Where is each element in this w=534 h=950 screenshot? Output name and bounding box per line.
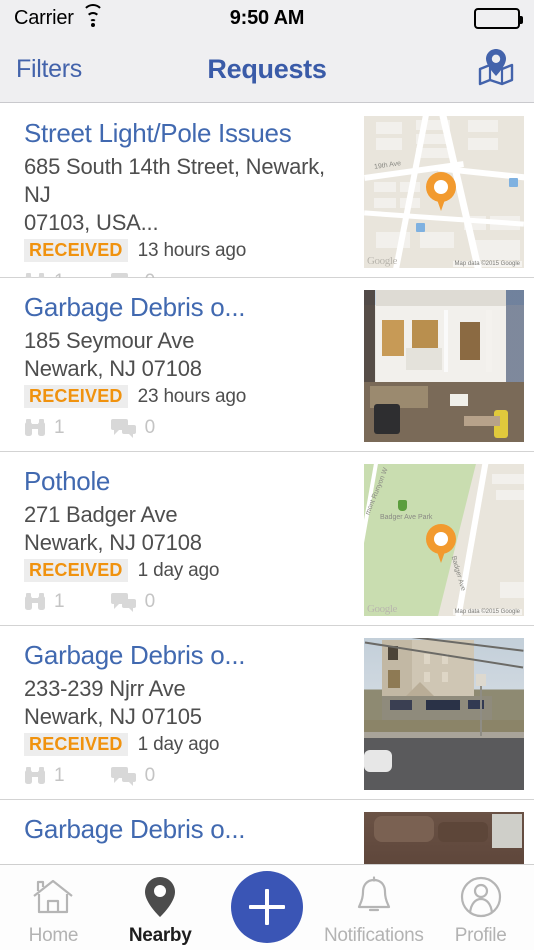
watchers-number: 1 — [54, 591, 65, 612]
request-details: Pothole 271 Badger Ave Newark, NJ 07108 … — [24, 464, 364, 613]
watchers-count: 1 — [24, 765, 65, 787]
map-attribution: Map data ©2015 Google — [452, 261, 522, 267]
address-line-2: Newark, NJ 07105 — [24, 704, 202, 729]
comment-bubble-icon — [110, 766, 137, 786]
map-view-button[interactable] — [474, 47, 518, 92]
tab-notifications[interactable]: Notifications — [320, 875, 427, 947]
request-timestamp: 13 hours ago — [137, 239, 247, 261]
request-thumbnail-photo[interactable] — [364, 290, 524, 442]
comments-number: 0 — [144, 765, 156, 786]
status-bar-right — [474, 8, 523, 29]
request-meta-row: 1 0 — [24, 765, 356, 787]
request-address: 271 Badger Ave Newark, NJ 07108 — [24, 501, 356, 557]
request-details: Garbage Debris o... 233-239 Njrr Ave New… — [24, 638, 364, 787]
wifi-icon — [81, 3, 104, 27]
request-meta-row: 1 0 — [24, 417, 356, 439]
address-line-2: Newark, NJ 07108 — [24, 530, 202, 555]
status-badge: RECEIVED — [24, 733, 128, 756]
table-row[interactable]: Street Light/Pole Issues 685 South 14th … — [0, 104, 534, 292]
request-address: 233-239 Njrr Ave Newark, NJ 07105 — [24, 675, 356, 731]
watchers-number: 1 — [54, 765, 65, 786]
carrier-label: Carrier — [14, 7, 74, 29]
status-badge: RECEIVED — [24, 385, 128, 408]
address-line-1: 185 Seymour Ave — [24, 328, 195, 353]
table-row[interactable]: Pothole 271 Badger Ave Newark, NJ 07108 … — [0, 452, 534, 626]
request-details: Garbage Debris o... 185 Seymour Ave Newa… — [24, 290, 364, 439]
request-title: Garbage Debris o... — [24, 814, 246, 844]
tab-home-label: Home — [28, 925, 79, 946]
status-bar: Carrier 9:50 AM — [0, 0, 534, 37]
request-address: 685 South 14th Street, Newark, NJ 07103,… — [24, 153, 356, 237]
request-title: Garbage Debris o... — [24, 292, 246, 322]
battery-full-icon — [474, 8, 523, 29]
plus-icon[interactable] — [230, 871, 303, 943]
request-status-row: RECEIVED 13 hours ago — [24, 239, 356, 262]
watchers-number: 1 — [54, 417, 65, 438]
request-status-row: RECEIVED 1 day ago — [24, 559, 356, 582]
comment-bubble-icon — [110, 418, 137, 438]
request-status-row: RECEIVED 1 day ago — [24, 733, 356, 756]
tab-bar[interactable]: Home Nearby Notifications Profile — [0, 864, 534, 950]
google-watermark: Google — [367, 255, 397, 267]
tab-home[interactable]: Home — [0, 875, 107, 947]
requests-list[interactable]: Street Light/Pole Issues 685 South 14th … — [0, 104, 534, 864]
comments-count: 0 — [110, 765, 156, 787]
tab-profile[interactable]: Profile — [427, 875, 534, 947]
status-badge: RECEIVED — [24, 559, 128, 582]
request-title: Pothole — [24, 466, 111, 496]
comments-number: 0 — [144, 417, 156, 438]
google-watermark: Google — [367, 603, 397, 615]
map-attribution: Map data ©2015 Google — [452, 609, 522, 615]
comments-number: 0 — [144, 591, 156, 612]
request-thumbnail-photo[interactable] — [364, 812, 524, 864]
home-icon — [30, 875, 76, 919]
table-row[interactable]: Garbage Debris o... 233-239 Njrr Ave New… — [0, 626, 534, 800]
request-thumbnail-map[interactable]: 19th Ave Google Map data ©2015 Google — [364, 116, 524, 268]
tab-nearby-label: Nearby — [128, 925, 192, 946]
request-details: Garbage Debris o... — [24, 812, 364, 846]
request-thumbnail-map[interactable]: Badger Ave Park Badger Ave mont Runyon W… — [364, 464, 524, 616]
map-park-label: Badger Ave Park — [380, 514, 433, 521]
address-line-1: 271 Badger Ave — [24, 502, 178, 527]
map-pin-icon — [474, 47, 518, 92]
comment-bubble-icon — [110, 592, 137, 612]
request-address: 185 Seymour Ave Newark, NJ 07108 — [24, 327, 356, 383]
address-line-1: 685 South 14th Street, Newark, NJ — [24, 154, 325, 207]
person-circle-icon — [460, 875, 502, 919]
binoculars-icon — [24, 418, 46, 438]
filters-button[interactable]: Filters — [16, 55, 82, 84]
request-thumbnail-photo[interactable] — [364, 638, 524, 790]
status-bar-left: Carrier — [14, 3, 104, 30]
table-row[interactable]: Garbage Debris o... 185 Seymour Ave Newa… — [0, 278, 534, 452]
comments-count: 0 — [110, 591, 156, 613]
request-details: Street Light/Pole Issues 685 South 14th … — [24, 116, 364, 293]
tab-notifications-label: Notifications — [323, 925, 424, 946]
request-timestamp: 1 day ago — [137, 733, 220, 755]
navigation-bar: Filters Requests — [0, 37, 534, 103]
location-pin-icon — [143, 875, 177, 919]
request-timestamp: 1 day ago — [137, 559, 220, 581]
request-timestamp: 23 hours ago — [137, 385, 247, 407]
request-title: Street Light/Pole Issues — [24, 118, 292, 148]
comments-count: 0 — [110, 417, 156, 439]
watchers-count: 1 — [24, 417, 65, 439]
address-line-2: 07103, USA... — [24, 210, 159, 235]
request-meta-row: 1 0 — [24, 591, 356, 613]
tab-profile-label: Profile — [454, 925, 507, 946]
watchers-count: 1 — [24, 591, 65, 613]
address-line-1: 233-239 Njrr Ave — [24, 676, 186, 701]
binoculars-icon — [24, 592, 46, 612]
status-badge: RECEIVED — [24, 239, 128, 262]
binoculars-icon — [24, 766, 46, 786]
tab-nearby[interactable]: Nearby — [107, 875, 214, 947]
table-row[interactable]: Garbage Debris o... — [0, 800, 534, 864]
bell-icon — [354, 875, 394, 919]
address-line-2: Newark, NJ 07108 — [24, 356, 202, 381]
request-status-row: RECEIVED 23 hours ago — [24, 385, 356, 408]
request-title: Garbage Debris o... — [24, 640, 246, 670]
